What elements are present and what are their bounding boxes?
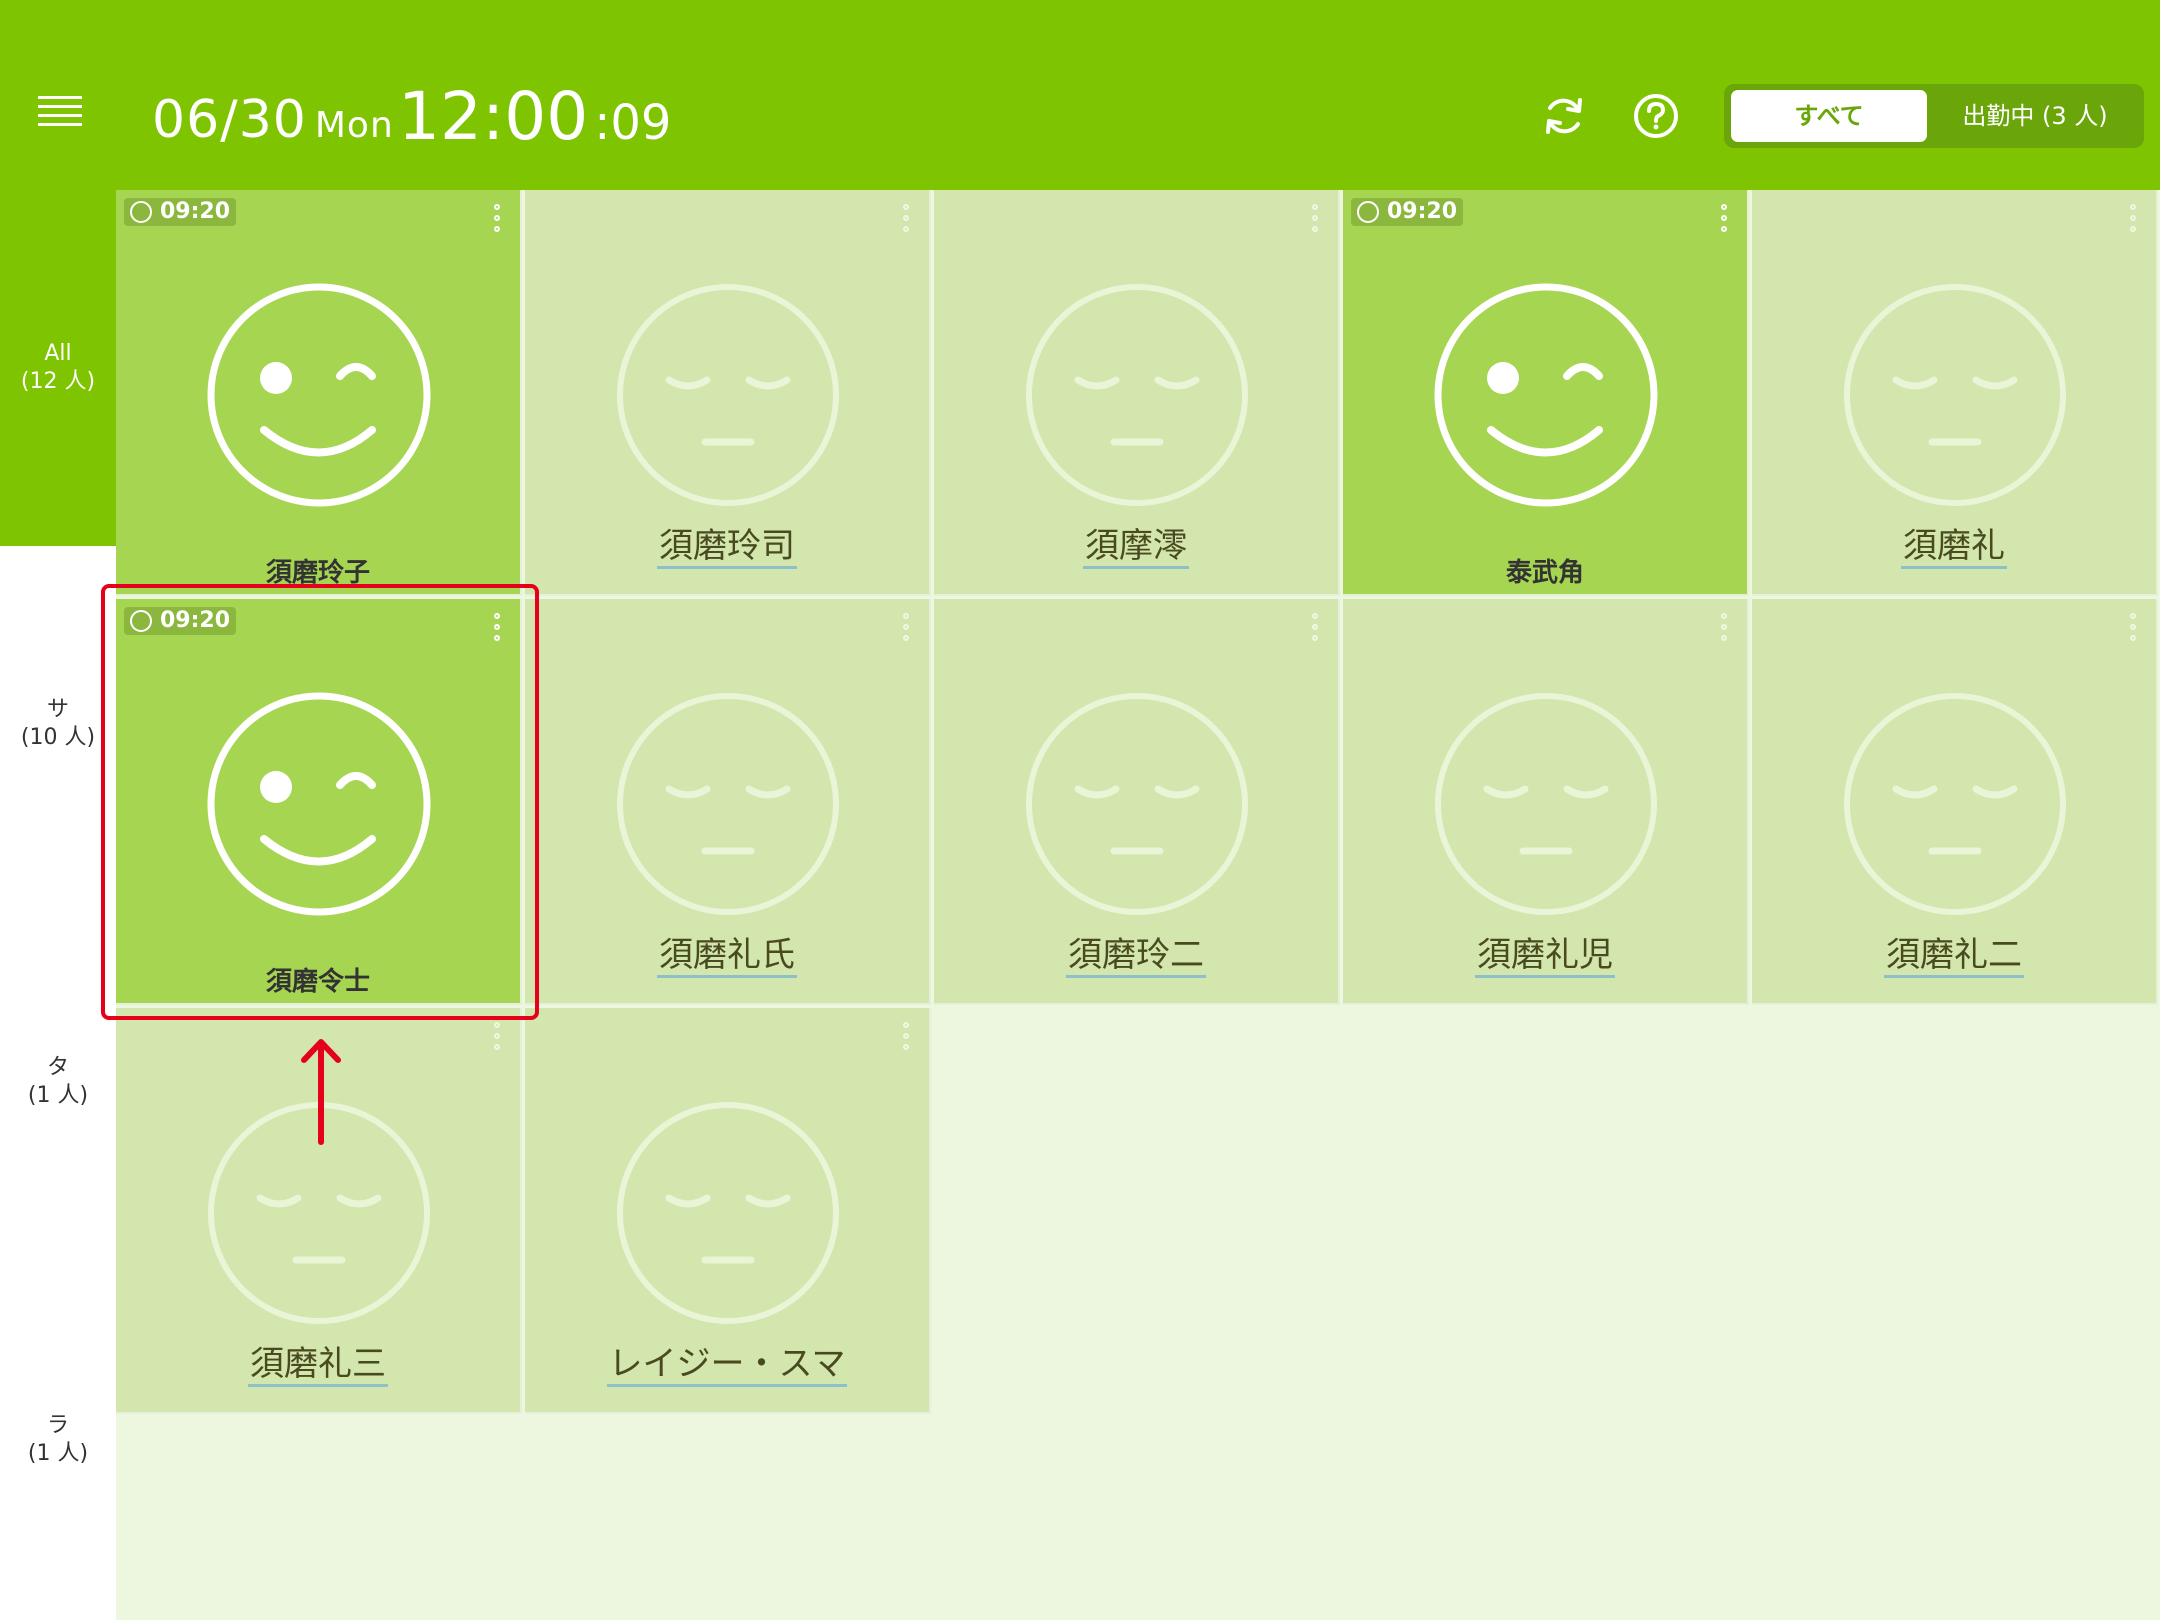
sidebar-item-count: (10 人) [20, 725, 96, 750]
vertical-ellipsis-icon[interactable] [901, 1022, 911, 1062]
clock-in-time: 09:20 [160, 199, 231, 224]
staff-name-text: 泰武角 [1505, 558, 1584, 588]
sidebar-item-label: タ [46, 1055, 69, 1080]
staff-name-text: 須磨礼三 [248, 1344, 388, 1387]
staff-name-text: レイジー・スマ [606, 1344, 848, 1387]
sleeping-face-icon [1844, 693, 2066, 915]
clock-icon [1357, 201, 1379, 223]
staff-name-text: 須磨礼児 [1475, 935, 1615, 978]
vertical-ellipsis-icon[interactable] [1310, 204, 1320, 244]
staff-card[interactable]: 須磨礼二 [1752, 599, 2158, 1005]
staff-name: レイジー・スマ [525, 1336, 929, 1387]
sleeping-face-icon [617, 284, 839, 506]
sidebar-item-label: All [44, 341, 72, 366]
sleeping-face-icon [1844, 284, 2066, 506]
staff-card[interactable]: 須磨玲司 [525, 190, 931, 596]
staff-name-text: 須摩澪 [1083, 526, 1189, 569]
staff-card[interactable]: 09:20 泰武角 [1343, 190, 1749, 596]
sleeping-face-icon [617, 693, 839, 915]
hamburger-menu-icon[interactable] [38, 96, 82, 130]
time-text: 12:00 [398, 78, 589, 155]
sidebar-item-count: (12 人) [20, 369, 96, 394]
help-circle-icon[interactable] [1632, 92, 1680, 140]
vertical-ellipsis-icon[interactable] [1719, 613, 1729, 653]
sidebar-item-label: サ [46, 697, 69, 722]
sidebar-item-label: ラ [46, 1413, 69, 1438]
staff-name-text: 須磨礼氏 [657, 935, 797, 978]
staff-card[interactable]: 須磨礼 [1752, 190, 2158, 596]
staff-name-text: 須磨玲二 [1066, 935, 1206, 978]
staff-name-text: 須磨礼 [1901, 526, 2007, 569]
sleeping-face-icon [1026, 693, 1248, 915]
staff-card[interactable]: 須磨礼児 [1343, 599, 1749, 1005]
winking-face-icon [1434, 283, 1658, 507]
seconds-text: :09 [594, 95, 672, 151]
date-text: 06/30 [152, 90, 307, 150]
clock-in-badge: 09:20 [1351, 198, 1464, 226]
staff-card[interactable]: 須磨礼氏 [525, 599, 931, 1005]
staff-name: 須磨礼児 [1343, 927, 1747, 978]
sidebar-item-count: (1 人) [27, 1441, 89, 1466]
filter-working-button[interactable]: 出勤中 (3 人) [1935, 90, 2135, 142]
staff-name: 須磨礼氏 [525, 927, 929, 978]
staff-name: 須磨礼三 [116, 1336, 520, 1387]
vertical-ellipsis-icon[interactable] [901, 613, 911, 653]
attendance-filter: すべて 出勤中 (3 人) [1724, 84, 2144, 148]
vertical-ellipsis-icon[interactable] [2128, 613, 2138, 653]
highlight-box [101, 584, 539, 1020]
weekday-text: Mon [314, 105, 394, 146]
vertical-ellipsis-icon[interactable] [2128, 204, 2138, 244]
current-time: 12:00:09 [398, 82, 671, 158]
vertical-ellipsis-icon[interactable] [492, 1022, 502, 1062]
staff-card[interactable]: 須摩澪 [934, 190, 1340, 596]
sleeping-face-icon [1026, 284, 1248, 506]
vertical-ellipsis-icon[interactable] [1310, 613, 1320, 653]
sidebar-item-ta[interactable]: タ (1 人) [0, 1054, 116, 1110]
sleeping-face-icon [1435, 693, 1657, 915]
current-date: 06/30 Mon [152, 92, 394, 154]
staff-name: 須磨玲司 [525, 518, 929, 569]
staff-name: 須磨玲二 [934, 927, 1338, 978]
staff-card[interactable]: レイジー・スマ [525, 1008, 931, 1414]
arrow-up-icon [301, 1039, 341, 1145]
staff-name: 泰武角 [1343, 552, 1747, 589]
sidebar-item-ra[interactable]: ラ (1 人) [0, 1412, 116, 1468]
staff-name-text: 須磨礼二 [1884, 935, 2024, 978]
clock-in-time: 09:20 [1387, 199, 1458, 224]
staff-name-text: 須磨玲司 [657, 526, 797, 569]
sidebar-item-count: (1 人) [27, 1083, 89, 1108]
vertical-ellipsis-icon[interactable] [1719, 204, 1729, 244]
top-bar: 06/30 Mon 12:00:09 すべて 出勤中 (3 人) [0, 0, 2160, 190]
sleeping-face-icon [617, 1102, 839, 1324]
sidebar-item-all[interactable]: All (12 人) [0, 340, 116, 396]
clock-in-badge: 09:20 [124, 198, 237, 226]
winking-face-icon [207, 283, 431, 507]
refresh-icon[interactable] [1540, 92, 1588, 140]
staff-card[interactable]: 須磨玲二 [934, 599, 1340, 1005]
staff-name: 須摩澪 [934, 518, 1338, 569]
staff-card[interactable]: 09:20 須磨玲子 [116, 190, 522, 596]
staff-name: 須磨礼 [1752, 518, 2156, 569]
sidebar-item-sa[interactable]: サ (10 人) [0, 696, 116, 752]
filter-all-button[interactable]: すべて [1731, 90, 1927, 142]
staff-name: 須磨礼二 [1752, 927, 2156, 978]
clock-icon [130, 201, 152, 223]
vertical-ellipsis-icon[interactable] [492, 204, 502, 244]
vertical-ellipsis-icon[interactable] [901, 204, 911, 244]
